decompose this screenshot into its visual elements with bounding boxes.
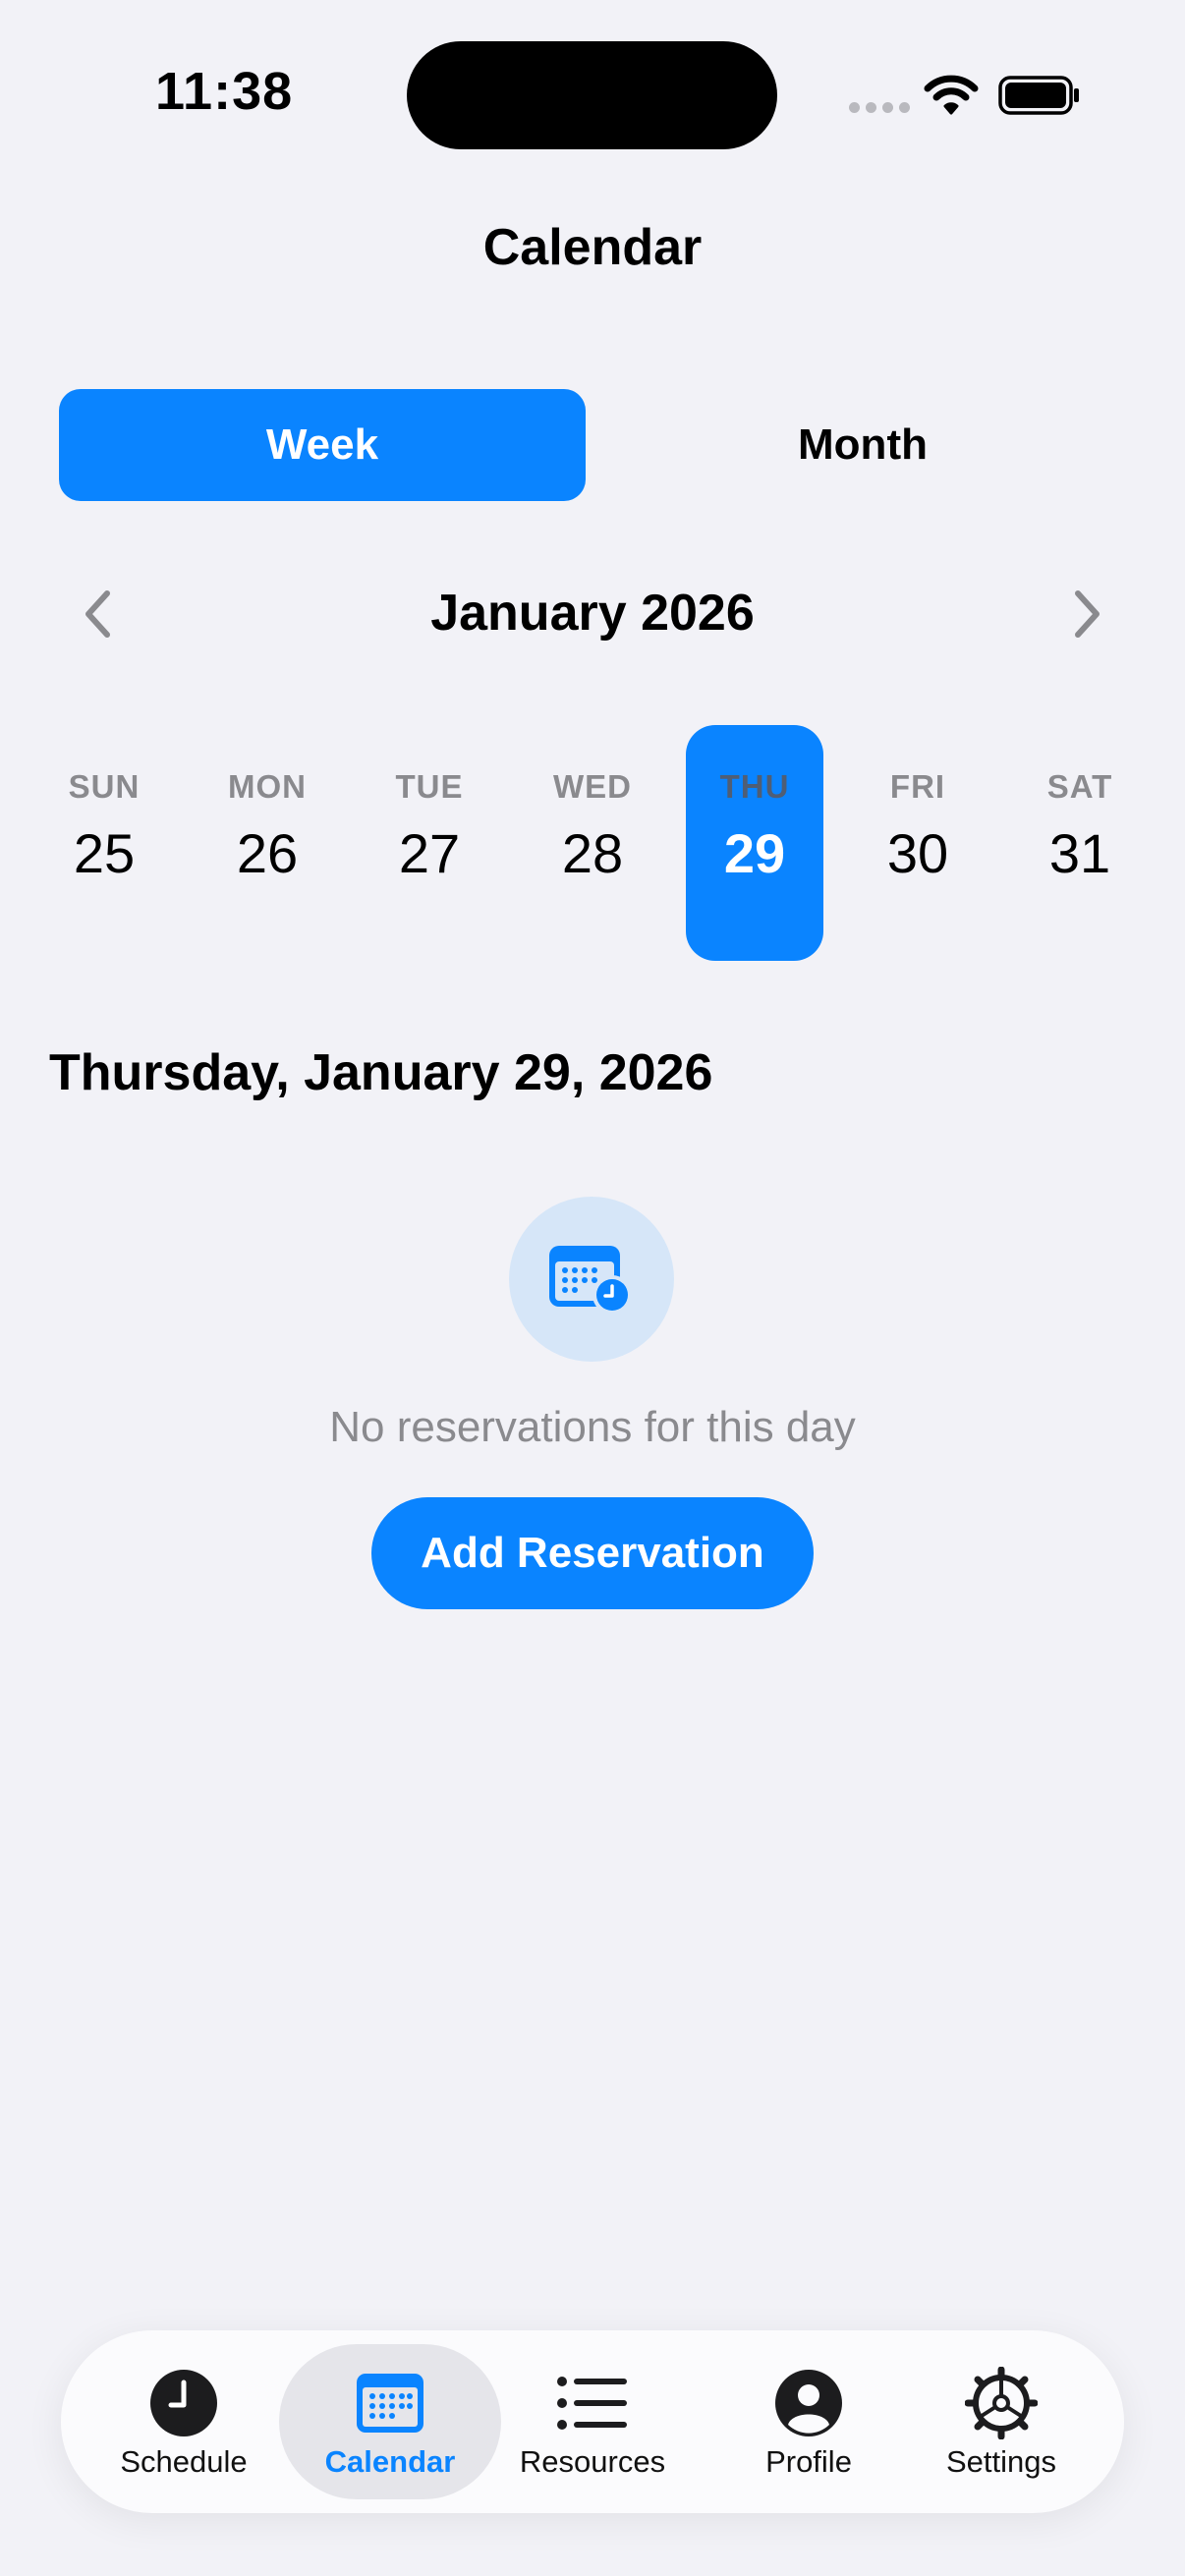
day-number: 25 [73, 822, 136, 884]
calendar-icon [357, 2374, 423, 2433]
day-number: 30 [886, 822, 949, 884]
tab-label: Profile [765, 2444, 852, 2479]
wifi-icon [924, 75, 979, 115]
clock-icon [150, 2370, 217, 2436]
segment-week[interactable]: Week [59, 389, 586, 501]
tab-settings[interactable]: Settings [898, 2344, 1104, 2499]
chevron-right-icon [1075, 590, 1100, 638]
day-of-week: MON [228, 768, 307, 805]
day-number: 29 [723, 822, 786, 884]
day-of-week: SUN [68, 768, 141, 805]
tab-resources[interactable]: Resources [489, 2344, 696, 2499]
tab-label: Calendar [324, 2444, 456, 2479]
view-mode-segmented-control: Week Month [59, 389, 1126, 501]
tab-calendar[interactable]: Calendar [279, 2344, 501, 2499]
list-icon [557, 2377, 627, 2430]
day-cell-sat[interactable]: SAT 31 [1011, 725, 1149, 961]
day-number: 31 [1048, 822, 1111, 884]
day-cell-mon[interactable]: MON 26 [198, 725, 336, 961]
cellular-signal-icon [849, 102, 910, 113]
day-number: 27 [398, 822, 461, 884]
tab-label: Resources [519, 2444, 666, 2479]
add-reservation-button[interactable]: Add Reservation [371, 1497, 814, 1609]
day-number: 26 [236, 822, 299, 884]
calendar-clock-icon [549, 1246, 632, 1315]
day-cell-thu-selected[interactable]: THU 29 [686, 725, 823, 961]
day-cell-fri[interactable]: FRI 30 [849, 725, 987, 961]
dynamic-island [407, 41, 777, 149]
day-cell-tue[interactable]: TUE 27 [361, 725, 498, 961]
day-of-week: WED [553, 768, 632, 805]
day-of-week: THU [719, 768, 790, 805]
next-week-button[interactable] [1053, 580, 1122, 648]
segment-month[interactable]: Month [599, 389, 1126, 501]
tab-schedule[interactable]: Schedule [81, 2344, 287, 2499]
tab-profile[interactable]: Profile [705, 2344, 912, 2499]
tab-label: Settings [945, 2444, 1056, 2479]
day-cell-sun[interactable]: SUN 25 [35, 725, 173, 961]
empty-state-message: No reservations for this day [329, 1403, 856, 1451]
page-title: Calendar [482, 219, 703, 276]
day-of-week: FRI [889, 768, 946, 805]
day-of-week: TUE [395, 768, 464, 805]
gear-icon [965, 2367, 1038, 2439]
person-icon [775, 2370, 842, 2436]
day-cell-wed[interactable]: WED 28 [524, 725, 661, 961]
empty-state-badge [509, 1197, 674, 1362]
selected-date-heading: Thursday, January 29, 2026 [49, 1044, 713, 1101]
tab-bar: Schedule Calendar Resources Profile Sett… [61, 2330, 1124, 2513]
month-year-label: January 2026 [430, 585, 755, 642]
battery-icon [998, 76, 1079, 115]
tab-label: Schedule [120, 2444, 248, 2479]
day-number: 28 [561, 822, 624, 884]
day-of-week: SAT [1046, 768, 1113, 805]
status-time: 11:38 [155, 62, 294, 121]
